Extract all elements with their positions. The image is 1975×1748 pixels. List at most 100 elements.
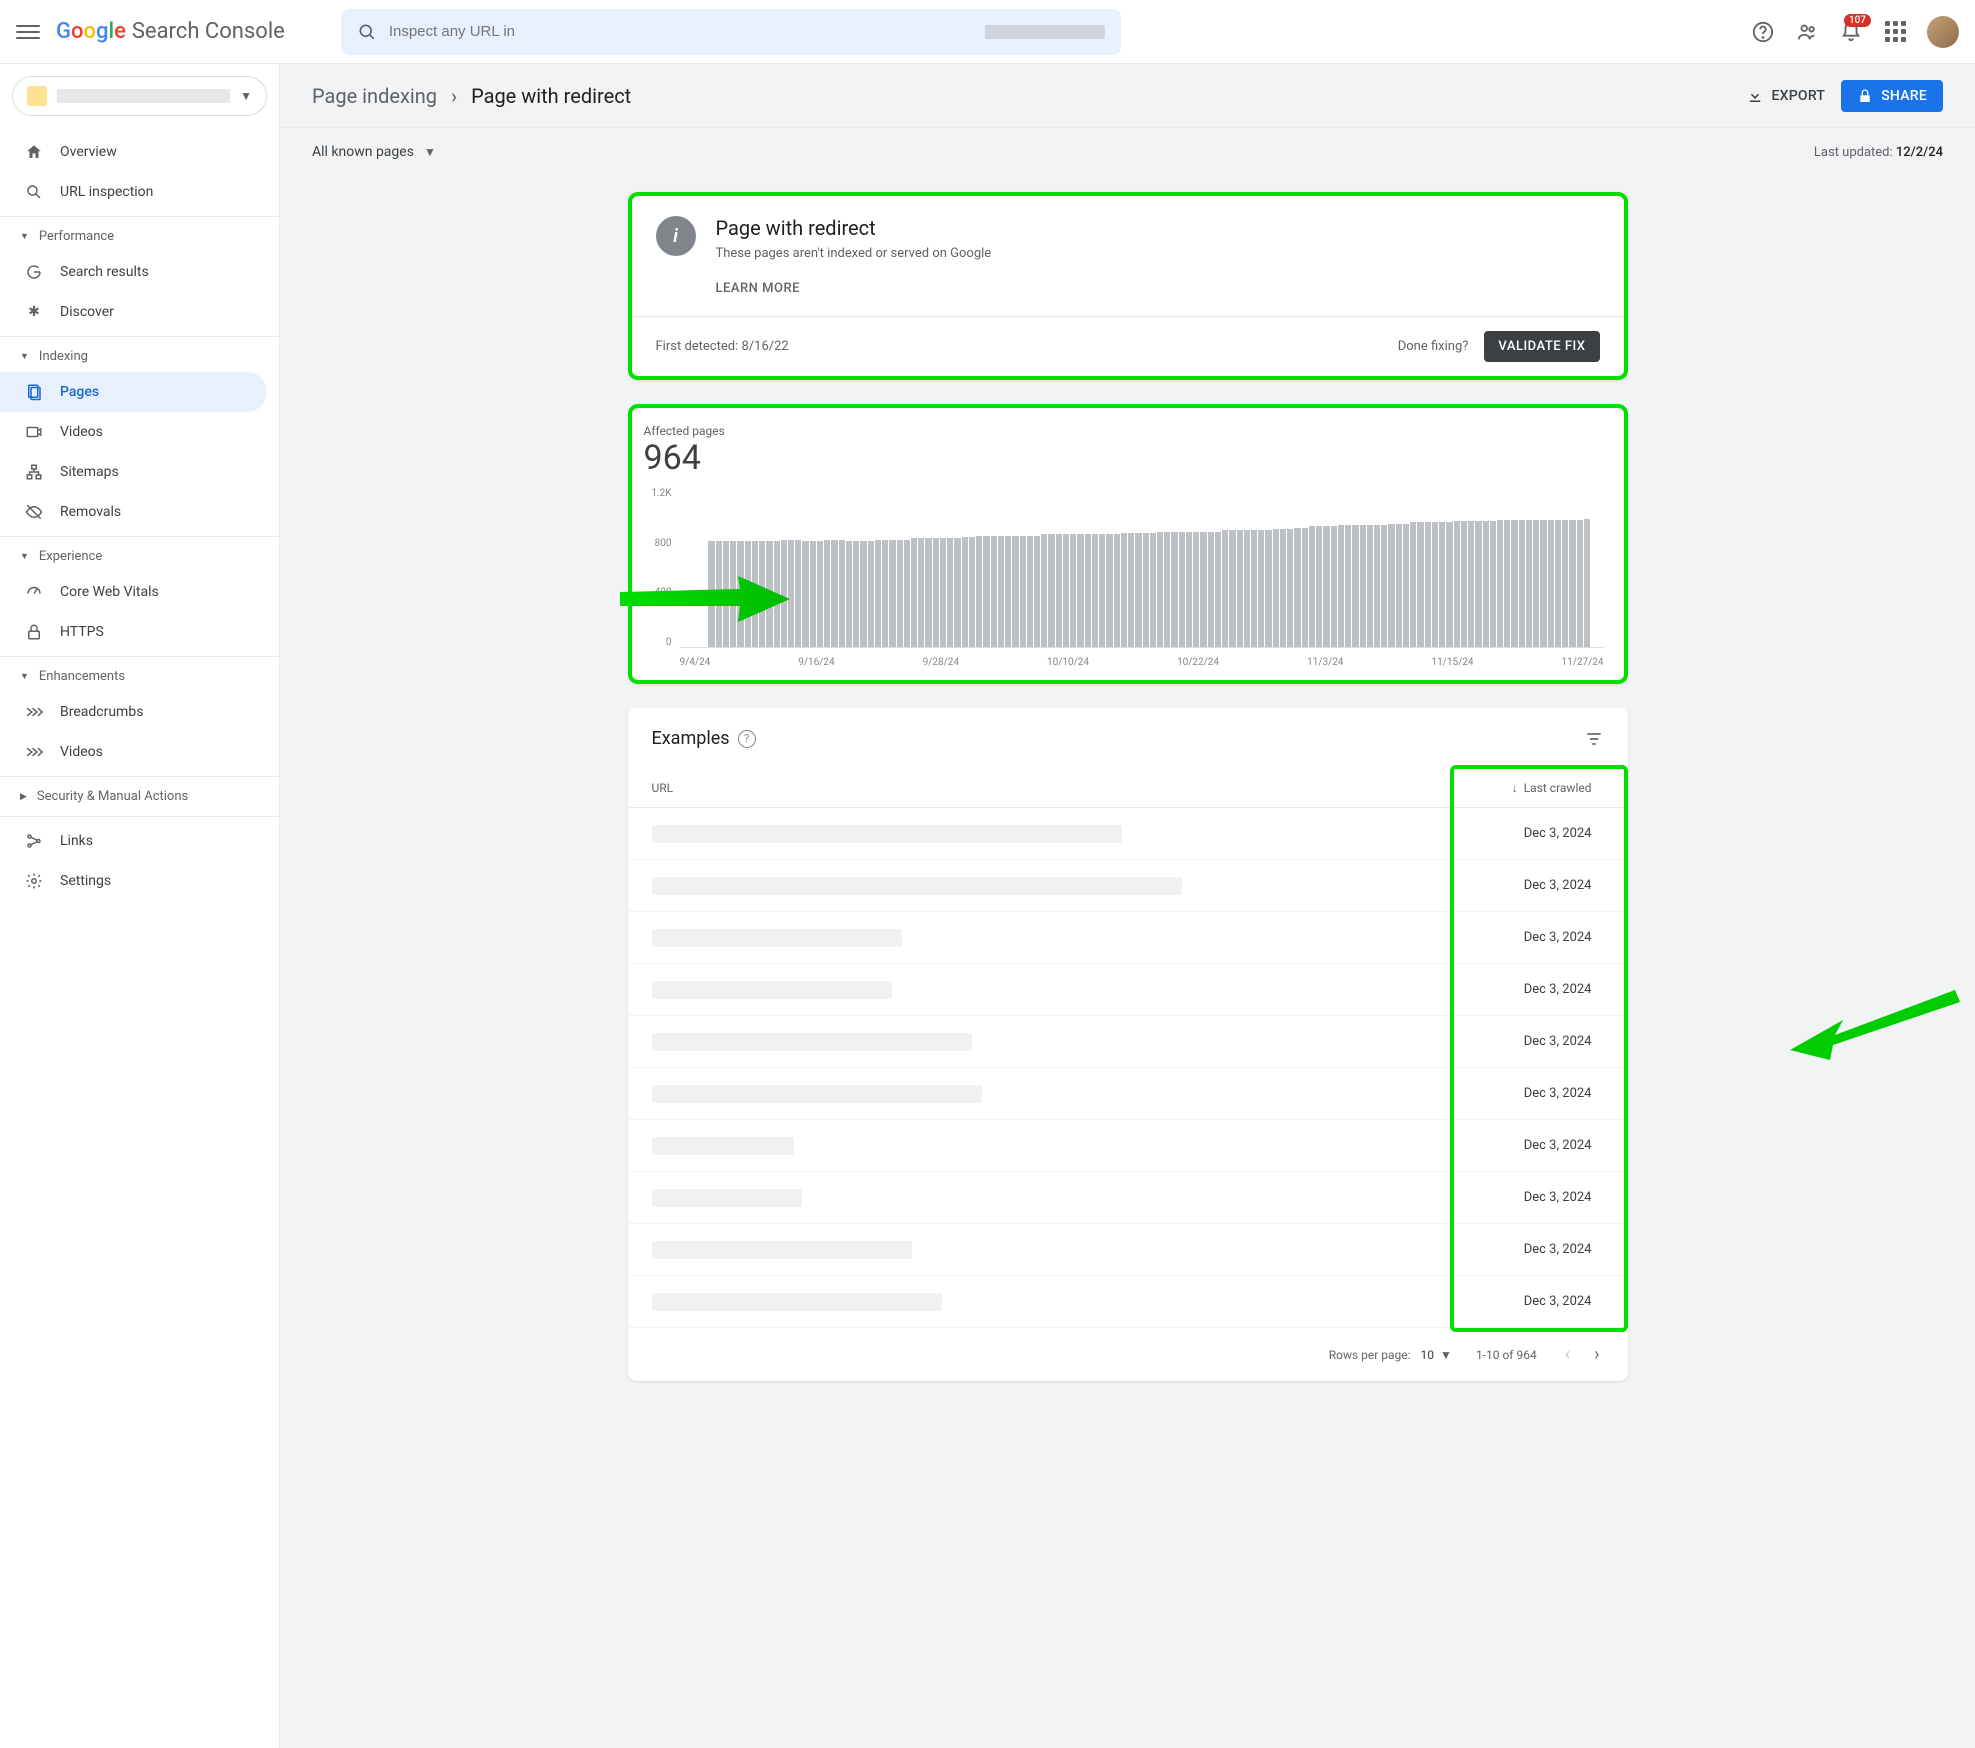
sidebar-item-cwv[interactable]: Core Web Vitals [0, 572, 267, 612]
sidebar-item-videos[interactable]: Videos [0, 412, 267, 452]
chart-bar[interactable] [1454, 521, 1460, 647]
chart-bar[interactable] [774, 541, 780, 647]
chart-bar[interactable] [1533, 520, 1539, 647]
filter-dropdown[interactable]: All known pages ▼ [312, 144, 436, 160]
avatar[interactable] [1927, 16, 1959, 48]
chart-bar[interactable] [918, 538, 924, 647]
chart-bar[interactable] [1215, 532, 1221, 647]
table-row[interactable]: Dec 3, 2024 [628, 1068, 1628, 1120]
chart-bar[interactable] [1070, 534, 1076, 647]
sidebar-item-pages[interactable]: Pages [0, 372, 267, 412]
search-input[interactable] [389, 23, 973, 40]
chart-bar[interactable] [810, 541, 816, 647]
chart-bar[interactable] [860, 541, 866, 647]
chart-bar[interactable] [1034, 536, 1040, 647]
chart-bar[interactable] [983, 536, 989, 647]
chart-bar[interactable] [723, 541, 729, 647]
chart-bar[interactable] [1056, 534, 1062, 647]
chart-bar[interactable] [1569, 520, 1575, 647]
breadcrumb-parent[interactable]: Page indexing [312, 84, 437, 108]
chart-bar[interactable] [1005, 536, 1011, 647]
chart-bar[interactable] [1360, 525, 1366, 647]
chart-bar[interactable] [708, 541, 714, 647]
chart-bar[interactable] [1483, 521, 1489, 647]
sidebar-section-experience[interactable]: ▼Experience [0, 541, 279, 572]
table-row[interactable]: Dec 3, 2024 [628, 1016, 1628, 1068]
chart-bar[interactable] [1273, 529, 1279, 647]
chart-bar[interactable] [824, 540, 830, 647]
sidebar-item-url-inspection[interactable]: URL inspection [0, 172, 267, 212]
chart-bar[interactable] [1504, 520, 1510, 647]
table-row[interactable]: Dec 3, 2024 [628, 1120, 1628, 1172]
chart-bar[interactable] [1048, 534, 1054, 647]
chart-bar[interactable] [1511, 520, 1517, 647]
sidebar-section-indexing[interactable]: ▼Indexing [0, 341, 279, 372]
chart-bar[interactable] [1179, 532, 1185, 647]
chart-bar[interactable] [1381, 525, 1387, 647]
prev-page-button[interactable]: ‹ [1561, 1340, 1574, 1369]
col-url[interactable]: URL [652, 781, 1444, 795]
apps-icon[interactable] [1883, 20, 1907, 44]
chart-bar[interactable] [976, 536, 982, 647]
chart-bar[interactable] [846, 541, 852, 647]
table-row[interactable]: Dec 3, 2024 [628, 860, 1628, 912]
chart-bar[interactable] [1150, 533, 1156, 647]
sidebar-section-security[interactable]: ▶Security & Manual Actions [0, 781, 279, 812]
chart-bar[interactable] [1077, 534, 1083, 647]
chart-bar[interactable] [1287, 529, 1293, 647]
chart-bar[interactable] [802, 541, 808, 647]
chart-bar[interactable] [1280, 529, 1286, 647]
chart-bar[interactable] [1294, 528, 1300, 647]
chart-bar[interactable] [1106, 534, 1112, 647]
chart-bar[interactable] [1164, 532, 1170, 647]
chart-bar[interactable] [716, 541, 722, 647]
people-icon[interactable] [1795, 20, 1819, 44]
chart-bar[interactable] [954, 538, 960, 647]
chart-bar[interactable] [745, 541, 751, 647]
chart-bar[interactable] [788, 540, 794, 647]
chart-bar[interactable] [904, 540, 910, 647]
table-row[interactable]: Dec 3, 2024 [628, 808, 1628, 860]
chart-bar[interactable] [1490, 521, 1496, 647]
table-row[interactable]: Dec 3, 2024 [628, 964, 1628, 1016]
chart-bar[interactable] [1461, 521, 1467, 647]
chart-bar[interactable] [969, 537, 975, 647]
chart-bar[interactable] [868, 541, 874, 647]
chart-bar[interactable] [1171, 532, 1177, 647]
chart-bar[interactable] [1338, 525, 1344, 647]
chart-bar[interactable] [1229, 530, 1235, 647]
chart-bar[interactable] [1085, 534, 1091, 647]
chart-bar[interactable] [730, 541, 736, 647]
chart-bar[interactable] [1540, 520, 1546, 647]
chart-bar[interactable] [991, 536, 997, 647]
validate-fix-button[interactable]: VALIDATE FIX [1484, 331, 1599, 362]
chart-bar[interactable] [1468, 521, 1474, 647]
filter-icon[interactable] [1584, 729, 1604, 749]
next-page-button[interactable]: › [1590, 1340, 1603, 1369]
chart-bar[interactable] [853, 541, 859, 647]
chart-bar[interactable] [897, 540, 903, 647]
chart-bar[interactable] [839, 540, 845, 647]
chart-bar[interactable] [1425, 522, 1431, 647]
chart-bar[interactable] [1222, 530, 1228, 647]
sidebar-section-enhancements[interactable]: ▼Enhancements [0, 661, 279, 692]
chart-bar[interactable] [1063, 534, 1069, 647]
sidebar-item-sitemaps[interactable]: Sitemaps [0, 452, 267, 492]
chart-bar[interactable] [1302, 528, 1308, 647]
chart-bar[interactable] [795, 540, 801, 647]
chart-bar[interactable] [925, 538, 931, 647]
chart-bar[interactable] [1099, 534, 1105, 647]
chart-bar[interactable] [1020, 536, 1026, 647]
chart-bar[interactable] [1012, 536, 1018, 647]
chart-bar[interactable] [1309, 526, 1315, 647]
chart-bar[interactable] [1121, 533, 1127, 647]
sidebar-item-https[interactable]: HTTPS [0, 612, 267, 652]
chart-bar[interactable] [831, 540, 837, 647]
chart-bar[interactable] [1265, 530, 1271, 647]
chart-bar[interactable] [1331, 526, 1337, 647]
chart-bar[interactable] [1135, 533, 1141, 647]
chart-bar[interactable] [1027, 536, 1033, 647]
chart-bar[interactable] [1200, 532, 1206, 647]
chart-bar[interactable] [1316, 526, 1322, 647]
chart-bar[interactable] [1251, 530, 1257, 647]
